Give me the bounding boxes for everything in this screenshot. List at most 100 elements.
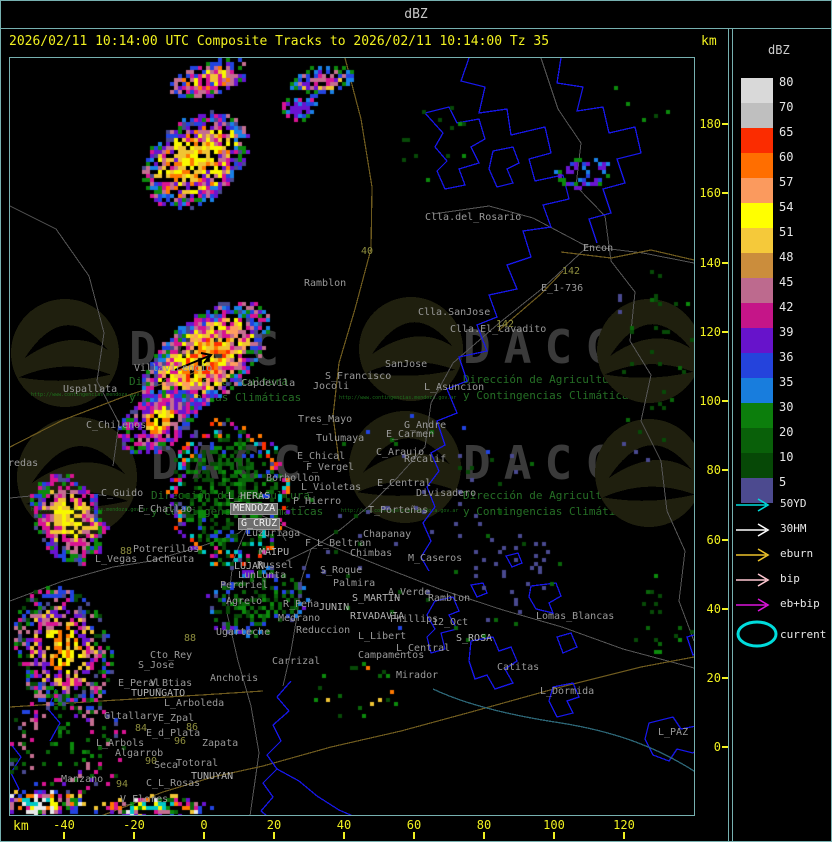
dbz-swatch-label: 5 (779, 475, 787, 489)
right-axis-tick-label: 0 (713, 740, 721, 755)
dbz-swatch (741, 153, 773, 178)
right-axis-tick-label: 120 (699, 324, 721, 339)
dbz-swatch (741, 378, 773, 403)
dbz-swatch (741, 403, 773, 428)
right-axis-tick-label: 140 (699, 255, 721, 270)
bottom-axis-tick (203, 832, 205, 839)
map-label: Ugarteche (216, 627, 271, 638)
right-axis-tick-label: 40 (706, 601, 721, 616)
map-label: MAIPU (259, 547, 290, 558)
bottom-axis-tick-label: 100 (543, 818, 565, 832)
right-axis-tick-label: 80 (706, 463, 721, 478)
dbz-swatch-label: 20 (779, 425, 794, 439)
right-axis-unit-label: km (701, 34, 717, 49)
dbz-swatch-label: 51 (779, 225, 794, 239)
map-label: 94 (116, 779, 129, 790)
map-label: S_ROSA (456, 633, 493, 644)
map-label: Ramblon (304, 278, 347, 289)
dbz-swatch (741, 128, 773, 153)
map-label: 40 (361, 246, 374, 257)
dbz-swatch (741, 178, 773, 203)
marker-label: bip (780, 572, 800, 585)
map-label: C_L_Rosas (146, 778, 201, 789)
map-label: E_Carmen (386, 429, 435, 440)
bottom-axis-tick (273, 832, 275, 839)
map-label: L_Violetas (301, 482, 362, 493)
map-label: Chimbas (350, 548, 393, 559)
bottom-axis-tick (553, 832, 555, 839)
right-axis-tick-label: 20 (706, 671, 721, 686)
map-label: R_Peña (283, 599, 320, 610)
map-label: L_Asuncion (424, 382, 485, 393)
bottom-axis-unit-label: km (13, 819, 29, 834)
timestamp-header: 2026/02/11 10:14:00 UTC Composite Tracks… (9, 34, 550, 49)
map-label: L_HERAS (228, 491, 271, 502)
page-title: dBZ (404, 7, 428, 22)
marker-label: eb+bip (780, 597, 820, 610)
bottom-axis-tick (483, 832, 485, 839)
map-label: SanJose (385, 359, 428, 370)
bottom-axis-tick-label: 0 (200, 818, 208, 832)
map-label: Anchoris (210, 673, 259, 684)
map-label: L_Libert (358, 631, 407, 642)
map-label: S_Jose (138, 660, 175, 671)
map-label: P_Hierro (293, 496, 342, 507)
dbz-swatch (741, 453, 773, 478)
map-label: Totoral (176, 758, 219, 769)
dbz-swatch-label: 35 (779, 375, 794, 389)
dbz-swatch-label: 42 (779, 300, 794, 314)
map-label: Agrelo (226, 596, 263, 607)
dbz-swatch-label: 30 (779, 400, 794, 414)
map-label: M_Caseros (408, 553, 463, 564)
right-axis-tick-label: 60 (706, 532, 721, 547)
map-label: L_PAZ (658, 727, 689, 738)
dbz-swatch-label: 36 (779, 350, 794, 364)
map-label: Tres_Mayo (298, 414, 353, 425)
bottom-axis-tick (413, 832, 415, 839)
bottom-axis-tick (63, 832, 65, 839)
map-label: JUNIN (319, 602, 350, 613)
map-label: Seca (154, 760, 179, 771)
dbz-swatch-label: 54 (779, 200, 794, 214)
map-label: Zapata (202, 738, 239, 749)
bottom-axis-tick-label: 80 (476, 818, 492, 832)
current-ellipse-icon (735, 618, 781, 654)
dbz-swatch (741, 253, 773, 278)
bottom-axis-tick (343, 832, 345, 839)
map-label: 142 (496, 319, 515, 330)
map-label: Catitas (497, 662, 540, 673)
bottom-axis-tick-label: -40 (53, 818, 75, 832)
bottom-axis-tick-label: 20 (266, 818, 282, 832)
map-label: Campamentos (358, 650, 425, 661)
map-label: Perdriel (220, 580, 269, 591)
dbz-swatch-label: 65 (779, 125, 794, 139)
dbz-swatch-label: 70 (779, 100, 794, 114)
map-label: Mirador (396, 670, 439, 681)
panel-divider-line (728, 28, 729, 841)
map-label: Jocoli (313, 381, 350, 392)
map-label: aredas (9, 458, 39, 469)
map-label: C_Chilenos (86, 420, 147, 431)
bottom-axis-tick (623, 832, 625, 839)
map-label: Manzano (61, 774, 104, 785)
panel-divider-line-2 (732, 28, 733, 841)
bip-arrow-icon (735, 572, 777, 591)
right-axis-tick-label: 180 (699, 117, 721, 131)
radar-map-area[interactable]: DACCDirección de Agriculturay Contingenc… (9, 57, 695, 816)
map-label: Clla.SanJose (418, 307, 491, 318)
map-label: Capdevila (241, 378, 296, 389)
map-label: Phillips (390, 614, 439, 625)
title-bar: dBZ (1, 1, 831, 29)
dbz-swatch-label: 45 (779, 275, 794, 289)
radar-window: dBZ 2026/02/11 10:14:00 UTC Composite Tr… (0, 0, 832, 842)
eburn-arrow-icon (735, 547, 777, 566)
map-label: Ramblon (428, 593, 471, 604)
map-label: E_Chical (297, 451, 346, 462)
dbz-swatch-label: 80 (779, 75, 794, 89)
dbz-swatch (741, 328, 773, 353)
dbz-swatch (741, 353, 773, 378)
map-label: Uspallata (63, 384, 118, 395)
map-label: Reduccion (296, 625, 351, 636)
map-label: Recalif (404, 454, 447, 465)
dbz-swatch (741, 228, 773, 253)
